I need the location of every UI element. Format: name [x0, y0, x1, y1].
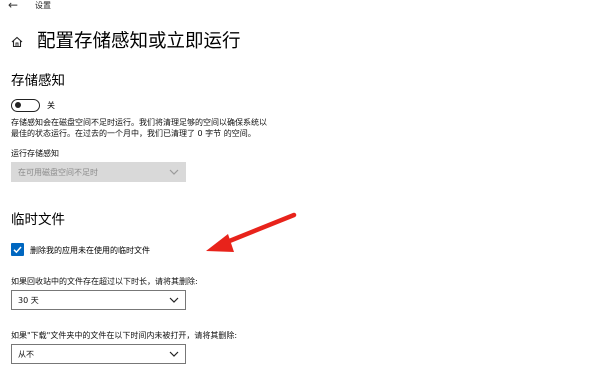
annotation-arrow	[206, 212, 297, 252]
